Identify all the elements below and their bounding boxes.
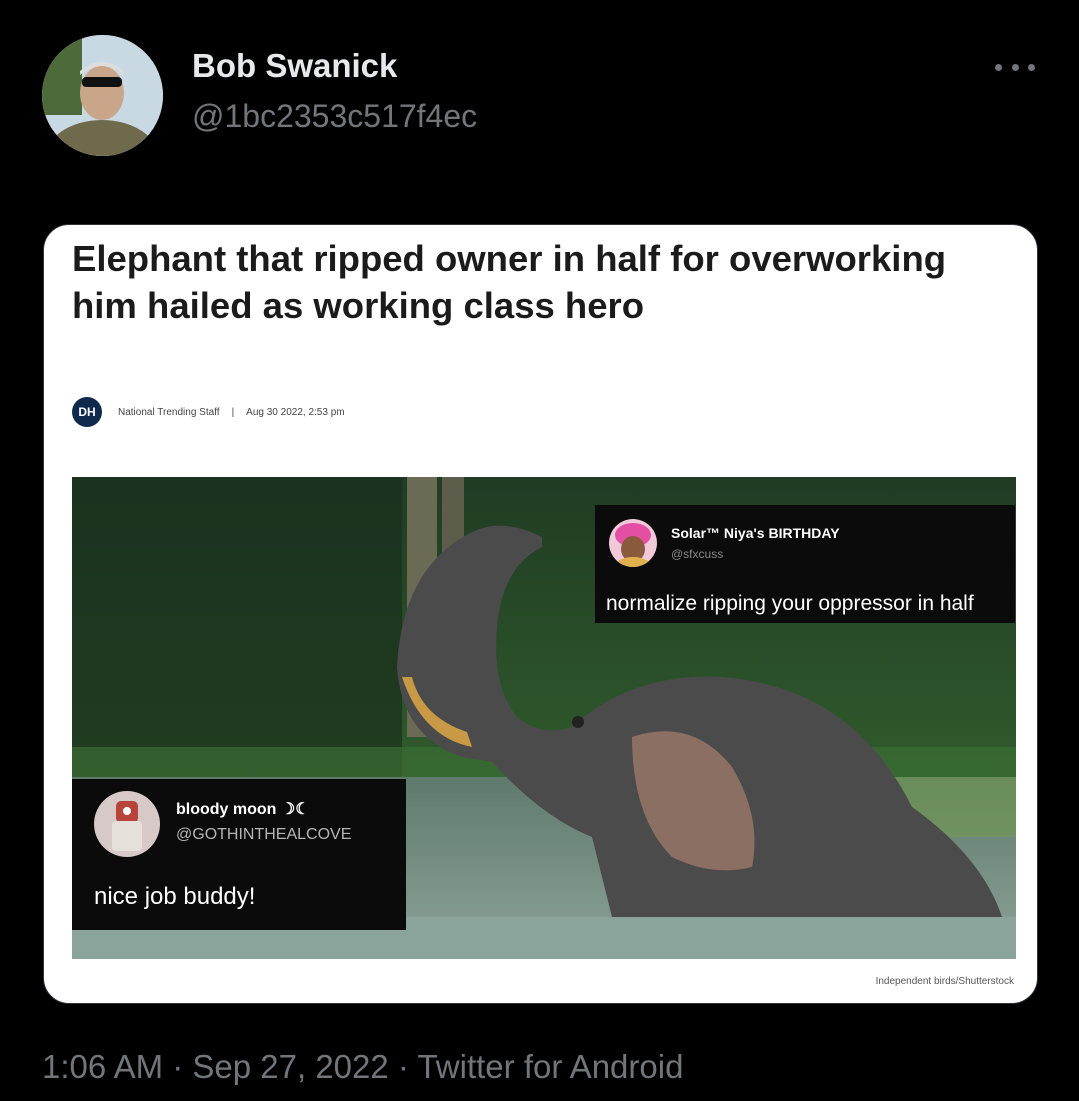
article-headline: Elephant that ripped owner in half for o…	[72, 238, 947, 326]
quote-avatar	[609, 519, 657, 567]
quote-author-name: Solar™ Niya's BIRTHDAY	[671, 525, 840, 541]
quote-author-name: bloody moon ☽☾	[176, 801, 310, 818]
more-options-icon[interactable]	[995, 52, 1035, 82]
publisher-logo: DH	[72, 397, 102, 427]
quote-text: nice job buddy!	[94, 883, 256, 910]
quote-avatar	[94, 791, 160, 857]
user-avatar[interactable]	[42, 35, 163, 156]
dot	[1028, 63, 1035, 71]
quote-author-handle: @sfxcuss	[671, 547, 724, 561]
quote-author-handle: @GOTHINTHEALCOVE	[176, 826, 352, 843]
quoted-tweet: bloody moon ☽☾ @GOTHINTHEALCOVE nice job…	[72, 779, 406, 930]
quote-text: normalize ripping your oppressor in half	[606, 592, 974, 615]
dot	[995, 63, 1002, 71]
article-author: National Trending Staff	[118, 406, 220, 418]
elephant-photo: Solar™ Niya's BIRTHDAY @sfxcuss normaliz…	[72, 477, 1016, 959]
dot	[1011, 63, 1019, 71]
tweet-timestamp[interactable]: 1:06 AM · Sep 27, 2022 · Twitter for And…	[42, 1048, 683, 1086]
byline-separator: |	[231, 406, 235, 418]
article-byline: DH National Trending Staff | Aug 30 2022…	[72, 397, 345, 427]
quoted-tweet: Solar™ Niya's BIRTHDAY @sfxcuss normaliz…	[595, 505, 1015, 623]
display-name[interactable]: Bob Swanick	[192, 47, 397, 85]
user-handle[interactable]: @1bc2353c517f4ec	[192, 98, 477, 135]
tweet-media-image[interactable]: Elephant that ripped owner in half for o…	[43, 224, 1038, 1004]
photo-credit: Independent birds/Shutterstock	[875, 976, 1014, 987]
article-date: Aug 30 2022, 2:53 pm	[246, 406, 345, 418]
